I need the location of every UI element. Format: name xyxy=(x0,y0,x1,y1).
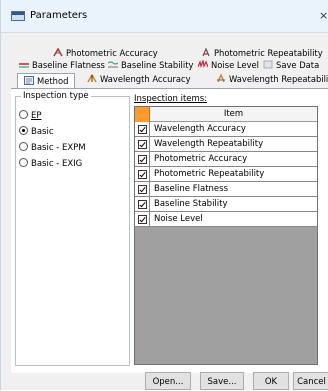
tab-wavelength-accuracy[interactable]: Wavelength Accuracy xyxy=(87,73,191,85)
photometric-repeatability-icon xyxy=(201,47,211,57)
check-cell xyxy=(135,212,150,227)
tab-row-2: Baseline Flatness Baseline Stability Noi… xyxy=(1,58,328,71)
window-title: Parameters xyxy=(30,10,88,21)
item-name: Wavelength Repeatability xyxy=(150,137,317,152)
table-row[interactable]: Baseline Flatness xyxy=(135,182,317,197)
baseline-stability-icon xyxy=(107,60,119,69)
item-name: Photometric Repeatability xyxy=(150,167,317,182)
item-checkbox[interactable] xyxy=(138,125,147,134)
inspection-items-label: Inspection items: xyxy=(134,94,208,104)
wavelength-accuracy-icon xyxy=(87,73,97,83)
item-checkbox[interactable] xyxy=(138,185,147,194)
column-header-item[interactable]: Item xyxy=(150,107,317,122)
radio-basic[interactable]: Basic xyxy=(19,126,54,138)
item-checkbox[interactable] xyxy=(138,200,147,209)
tab-row-3: Method Wavelength Accuracy Wavelength Re… xyxy=(1,73,328,88)
close-button[interactable]: × xyxy=(319,9,328,22)
radio-label: Basic - EXIG xyxy=(31,159,83,169)
radio-ep[interactable]: EP xyxy=(19,110,42,122)
tab-label: Wavelength Repeatability xyxy=(229,74,328,84)
check-cell xyxy=(135,137,150,152)
inspection-items-grid: Item Wavelength Accuracy Wavelength Repe… xyxy=(134,106,318,365)
item-checkbox[interactable] xyxy=(138,170,147,179)
tab-label: Baseline Stability xyxy=(121,60,194,70)
check-cell xyxy=(135,197,150,212)
table-row[interactable]: Wavelength Repeatability xyxy=(135,137,317,152)
table-row[interactable]: Wavelength Accuracy xyxy=(135,122,317,137)
window-icon xyxy=(11,11,25,21)
tab-baseline-flatness[interactable]: Baseline Flatness xyxy=(19,60,105,71)
item-name: Wavelength Accuracy xyxy=(150,122,317,137)
item-checkbox[interactable] xyxy=(138,155,147,164)
baseline-flatness-icon xyxy=(19,60,29,69)
ok-button[interactable]: OK xyxy=(253,372,289,390)
radio-basic-expm[interactable]: Basic - EXPM xyxy=(19,142,86,154)
table-row[interactable]: Photometric Repeatability xyxy=(135,167,317,182)
noise-level-icon xyxy=(197,58,209,69)
tab-label: Save Data xyxy=(276,60,320,70)
item-name: Baseline Flatness xyxy=(150,182,317,197)
tab-label: Baseline Flatness xyxy=(32,60,105,70)
method-icon xyxy=(24,75,34,85)
tab-row-1: Photometric Accuracy Photometric Repeata… xyxy=(1,47,328,59)
radio-basic-exig[interactable]: Basic - EXIG xyxy=(19,158,82,170)
photometric-accuracy-icon xyxy=(53,47,63,57)
tab-photometric-accuracy[interactable]: Photometric Accuracy xyxy=(53,47,158,59)
tab-wavelength-repeatability[interactable]: Wavelength Repeatability xyxy=(216,73,328,85)
tab-baseline-stability[interactable]: Baseline Stability xyxy=(107,60,194,71)
table-row[interactable]: Noise Level xyxy=(135,212,317,227)
grid-corner-cell[interactable] xyxy=(135,107,150,122)
radio-label: Basic - EXPM xyxy=(31,143,86,153)
item-checkbox[interactable] xyxy=(138,215,147,224)
save-data-icon xyxy=(263,60,273,69)
wavelength-repeatability-icon xyxy=(216,73,226,83)
inspection-type-label: Inspection type xyxy=(21,91,91,101)
tab-label: Photometric Accuracy xyxy=(66,48,158,58)
cancel-button[interactable]: Cancel xyxy=(293,372,328,390)
check-cell xyxy=(135,122,150,137)
grid-header: Item xyxy=(135,107,317,122)
tab-label: Photometric Repeatability xyxy=(214,48,323,58)
parameters-dialog: Parameters × Photometric Accuracy Photom… xyxy=(0,0,328,390)
tab-noise-level[interactable]: Noise Level xyxy=(197,58,260,71)
tab-label: Noise Level xyxy=(211,60,260,70)
item-name: Photometric Accuracy xyxy=(150,152,317,167)
tab-save-data[interactable]: Save Data xyxy=(263,60,319,71)
tab-photometric-repeatability[interactable]: Photometric Repeatability xyxy=(201,47,323,59)
table-row[interactable]: Baseline Stability xyxy=(135,197,317,212)
check-cell xyxy=(135,167,150,182)
radio-circle xyxy=(19,142,28,151)
tab-label: Method xyxy=(37,76,69,86)
check-cell xyxy=(135,152,150,167)
radio-circle xyxy=(19,158,28,167)
tab-method[interactable]: Method xyxy=(17,73,76,88)
radio-circle xyxy=(19,110,28,119)
check-cell xyxy=(135,182,150,197)
item-name: Noise Level xyxy=(150,212,317,227)
table-row[interactable]: Photometric Accuracy xyxy=(135,152,317,167)
item-checkbox[interactable] xyxy=(138,140,147,149)
tab-label: Wavelength Accuracy xyxy=(100,74,191,84)
item-name: Baseline Stability xyxy=(150,197,317,212)
radio-circle-selected xyxy=(19,126,28,135)
radio-label: EP xyxy=(31,111,42,121)
radio-label: Basic xyxy=(31,127,54,137)
title-bar: Parameters × xyxy=(1,0,328,33)
open-button[interactable]: Open... xyxy=(145,372,191,390)
save-button[interactable]: Save... xyxy=(200,372,244,390)
